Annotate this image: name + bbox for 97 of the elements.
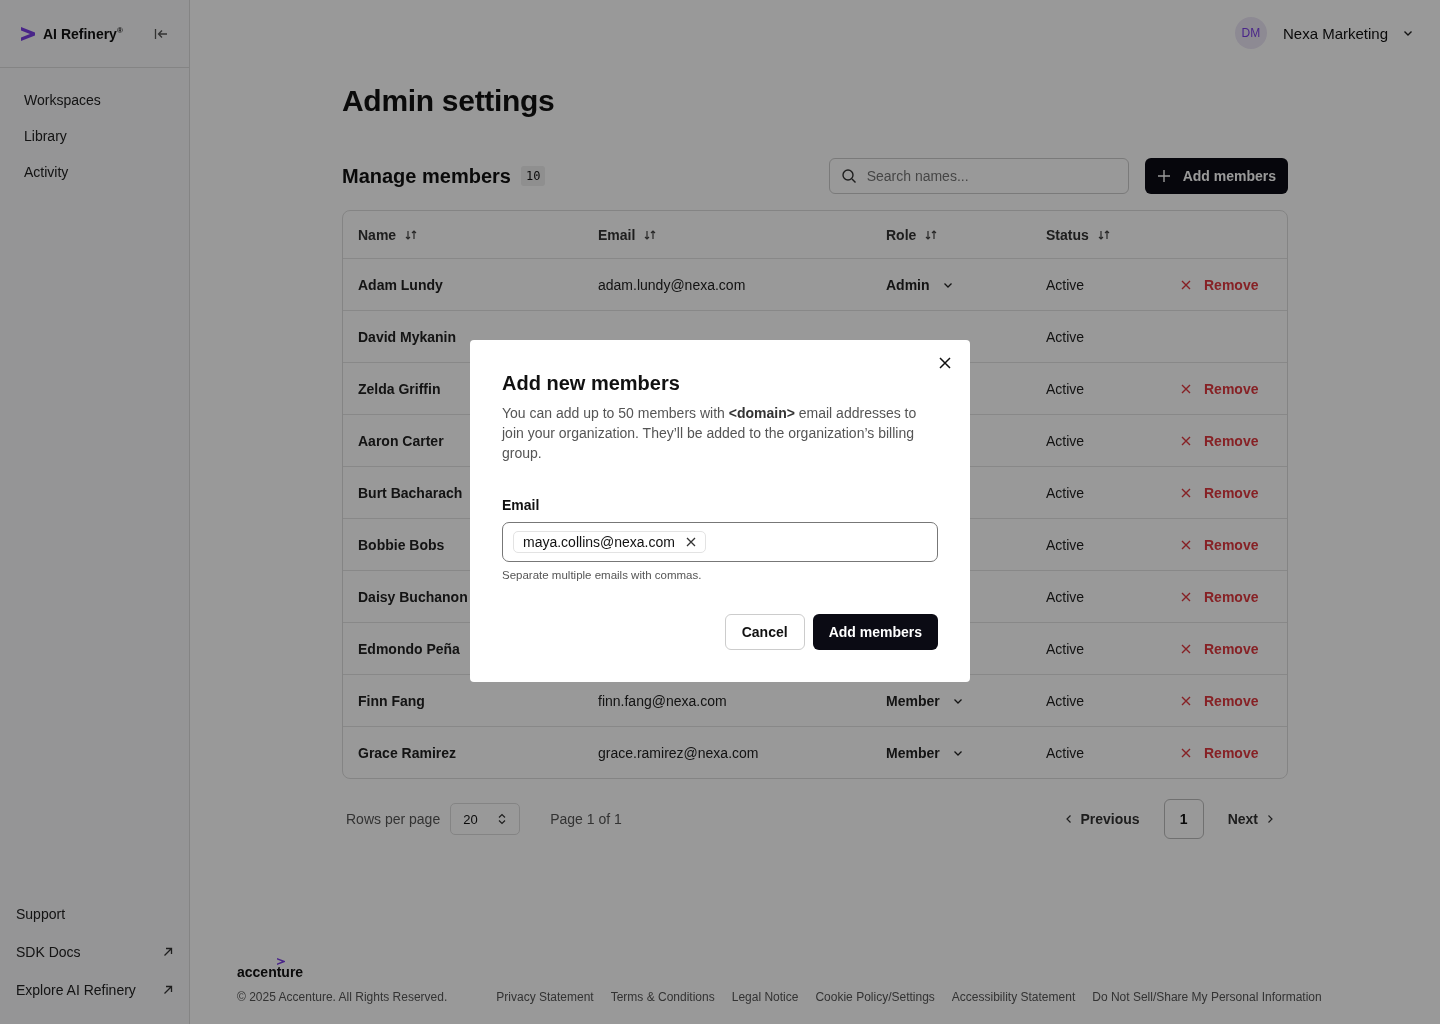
- table-cell: Active: [1046, 380, 1085, 397]
- page-title: Admin settings: [342, 84, 556, 118]
- column-header[interactable]: Role: [886, 226, 939, 243]
- search-icon: [840, 168, 857, 184]
- nav-item[interactable]: Library: [24, 128, 165, 144]
- logo-icon: [20, 25, 36, 42]
- external-link-icon: [163, 985, 173, 995]
- chip-text: maya.collins@nexa.com: [523, 534, 675, 550]
- footer-link[interactable]: Terms & Conditions: [610, 990, 715, 1004]
- footer-link[interactable]: Accessibility Statement: [951, 990, 1076, 1004]
- remove-button[interactable]: Remove: [1181, 432, 1259, 449]
- close-icon: [1181, 643, 1191, 654]
- org-switcher[interactable]: Nexa Marketing: [1282, 24, 1414, 42]
- app-name: AI Refinery$^{®}$: [43, 25, 124, 42]
- table-cell: Zelda Griffin: [358, 380, 441, 397]
- nav-item[interactable]: Activity: [24, 164, 165, 180]
- table-cell: Active: [1046, 432, 1085, 449]
- table-cell: Active: [1046, 276, 1085, 293]
- section-title: Manage members: [342, 164, 511, 188]
- close-icon: [1181, 591, 1191, 602]
- close-icon: [1181, 695, 1191, 706]
- table-cell: Active: [1046, 484, 1085, 501]
- role-dropdown[interactable]: Member: [886, 744, 964, 761]
- sidebar-link[interactable]: Support: [16, 906, 173, 922]
- add-members-button[interactable]: Add members: [1144, 158, 1288, 194]
- role-dropdown[interactable]: Member: [886, 692, 964, 709]
- table-cell: Bobbie Bobs: [358, 536, 445, 553]
- helper-text: Separate multiple emails with commas.: [502, 569, 703, 581]
- footer-link[interactable]: Legal Notice: [731, 990, 799, 1004]
- column-header[interactable]: Email: [598, 226, 658, 243]
- chevron-left-icon: [1064, 814, 1073, 824]
- table-cell: Adam Lundy: [358, 276, 443, 293]
- nav-item[interactable]: Workspaces: [24, 92, 165, 108]
- remove-button[interactable]: Remove: [1181, 380, 1259, 397]
- remove-button[interactable]: Remove: [1181, 692, 1259, 709]
- table-cell: Grace Ramirez: [358, 744, 457, 761]
- table-cell: adam.lundy@nexa.com: [598, 276, 746, 293]
- chevron-right-icon: [1266, 814, 1274, 824]
- next-button[interactable]: Next: [1213, 811, 1288, 827]
- member-count: 10: [520, 166, 546, 186]
- remove-button[interactable]: Remove: [1181, 536, 1259, 553]
- up-down-chevron-icon: [497, 813, 508, 825]
- column-header[interactable]: Status: [1046, 226, 1111, 243]
- footer-link[interactable]: Do Not Sell/Share My Personal Information: [1092, 990, 1322, 1004]
- dialog-title: Add new members: [502, 372, 681, 395]
- search-field[interactable]: Search names...: [828, 158, 1129, 194]
- close-icon: [1181, 435, 1191, 446]
- cancel-button[interactable]: Cancel: [724, 614, 805, 650]
- rows-per-page-select[interactable]: 20: [450, 803, 521, 835]
- remove-button[interactable]: Remove: [1181, 744, 1259, 761]
- sidebar-link[interactable]: Explore AI Refinery: [16, 982, 173, 998]
- close-icon: [1181, 383, 1191, 394]
- user-avatar[interactable]: DM: [1234, 17, 1267, 49]
- remove-button[interactable]: Remove: [1181, 640, 1259, 657]
- table-cell: Active: [1046, 328, 1085, 345]
- table-cell: grace.ramirez@nexa.com: [598, 744, 759, 761]
- role-dropdown[interactable]: Admin: [886, 276, 954, 293]
- table-cell: Active: [1046, 588, 1085, 605]
- table-cell: Active: [1046, 744, 1085, 761]
- remove-chip-button[interactable]: [685, 537, 696, 547]
- previous-button[interactable]: Previous: [1050, 811, 1154, 827]
- close-icon: [685, 537, 696, 547]
- table-cell: Active: [1046, 536, 1085, 553]
- close-icon: [1181, 747, 1191, 758]
- close-icon: [1181, 539, 1191, 550]
- rows-per-page-label: Rows per page: [346, 811, 441, 827]
- email-input-field[interactable]: maya.collins@nexa.com: [502, 522, 938, 562]
- brand-mark-icon: [277, 958, 285, 965]
- page-button[interactable]: 1: [1163, 799, 1204, 839]
- table-cell: Active: [1046, 692, 1085, 709]
- page-info: Page 1 of 1: [550, 811, 622, 827]
- external-link-icon: [163, 947, 173, 957]
- table-cell: Daisy Buchanon: [358, 588, 468, 605]
- remove-button[interactable]: Remove: [1181, 276, 1259, 293]
- table-cell: David Mykanin: [358, 328, 457, 345]
- footer-link[interactable]: Privacy Statement: [496, 990, 594, 1004]
- dialog-description: You can add up to 50 members with <domain> email addresses to join your organization. They’ll be added to the organization’s billing group.: [502, 404, 918, 463]
- submit-button[interactable]: Add members: [812, 614, 938, 650]
- table-cell: Aaron Carter: [358, 432, 444, 449]
- close-button[interactable]: [939, 357, 951, 369]
- column-header[interactable]: Name: [358, 226, 419, 243]
- footer-link[interactable]: Cookie Policy/Settings: [815, 990, 935, 1004]
- remove-button[interactable]: Remove: [1181, 484, 1259, 501]
- plus-icon: [1156, 169, 1171, 183]
- close-icon: [1181, 487, 1191, 498]
- table-cell: finn.fang@nexa.com: [598, 692, 727, 709]
- field-label: Email: [502, 497, 541, 513]
- table-cell: Burt Bacharach: [358, 484, 463, 501]
- sidebar-link[interactable]: SDK Docs: [16, 944, 173, 960]
- close-icon: [1181, 279, 1191, 290]
- footer-logo: accenture: [237, 964, 304, 980]
- copyright: © 2025 Accenture. All Rights Reserved.: [237, 990, 448, 1004]
- table-cell: Edmondo Peña: [358, 640, 460, 657]
- remove-button[interactable]: Remove: [1181, 588, 1259, 605]
- table-cell: Finn Fang: [358, 692, 425, 709]
- close-icon: [939, 357, 951, 369]
- table-cell: Active: [1046, 640, 1085, 657]
